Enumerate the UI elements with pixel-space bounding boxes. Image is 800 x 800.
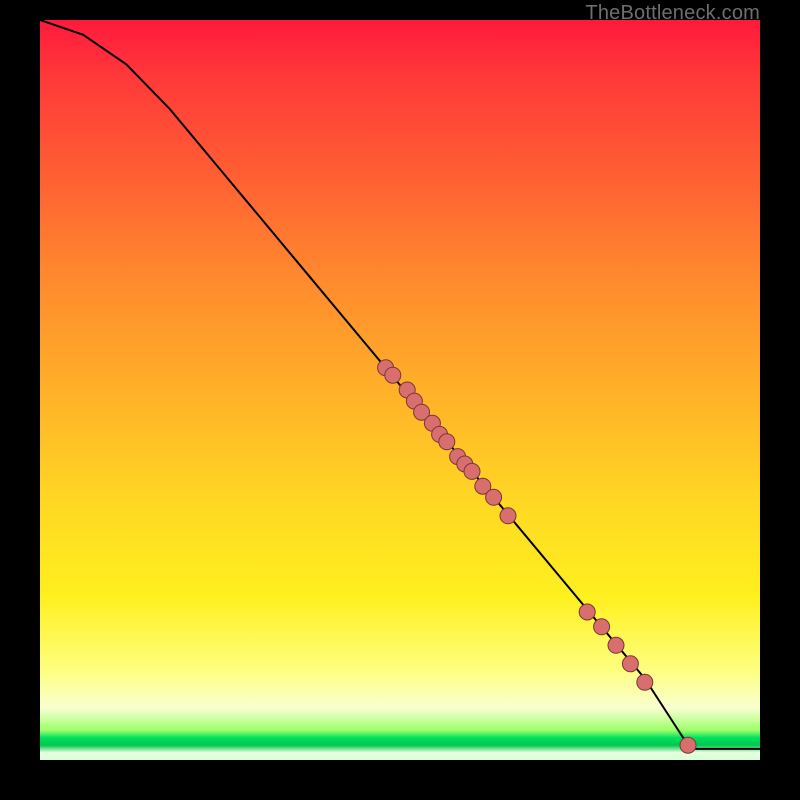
- chart-point: [579, 604, 595, 620]
- chart-point: [500, 508, 516, 524]
- chart-point: [680, 737, 696, 753]
- chart-point: [637, 674, 653, 690]
- chart-plot-area: [40, 20, 760, 760]
- chart-point: [385, 367, 401, 383]
- chart-points-group: [378, 360, 696, 753]
- chart-point: [439, 434, 455, 450]
- chart-point: [486, 489, 502, 505]
- chart-frame: TheBottleneck.com: [0, 0, 800, 800]
- chart-point: [594, 619, 610, 635]
- chart-curve: [40, 20, 760, 749]
- chart-point: [464, 463, 480, 479]
- chart-point: [608, 637, 624, 653]
- chart-overlay-svg: [40, 20, 760, 760]
- chart-point: [622, 656, 638, 672]
